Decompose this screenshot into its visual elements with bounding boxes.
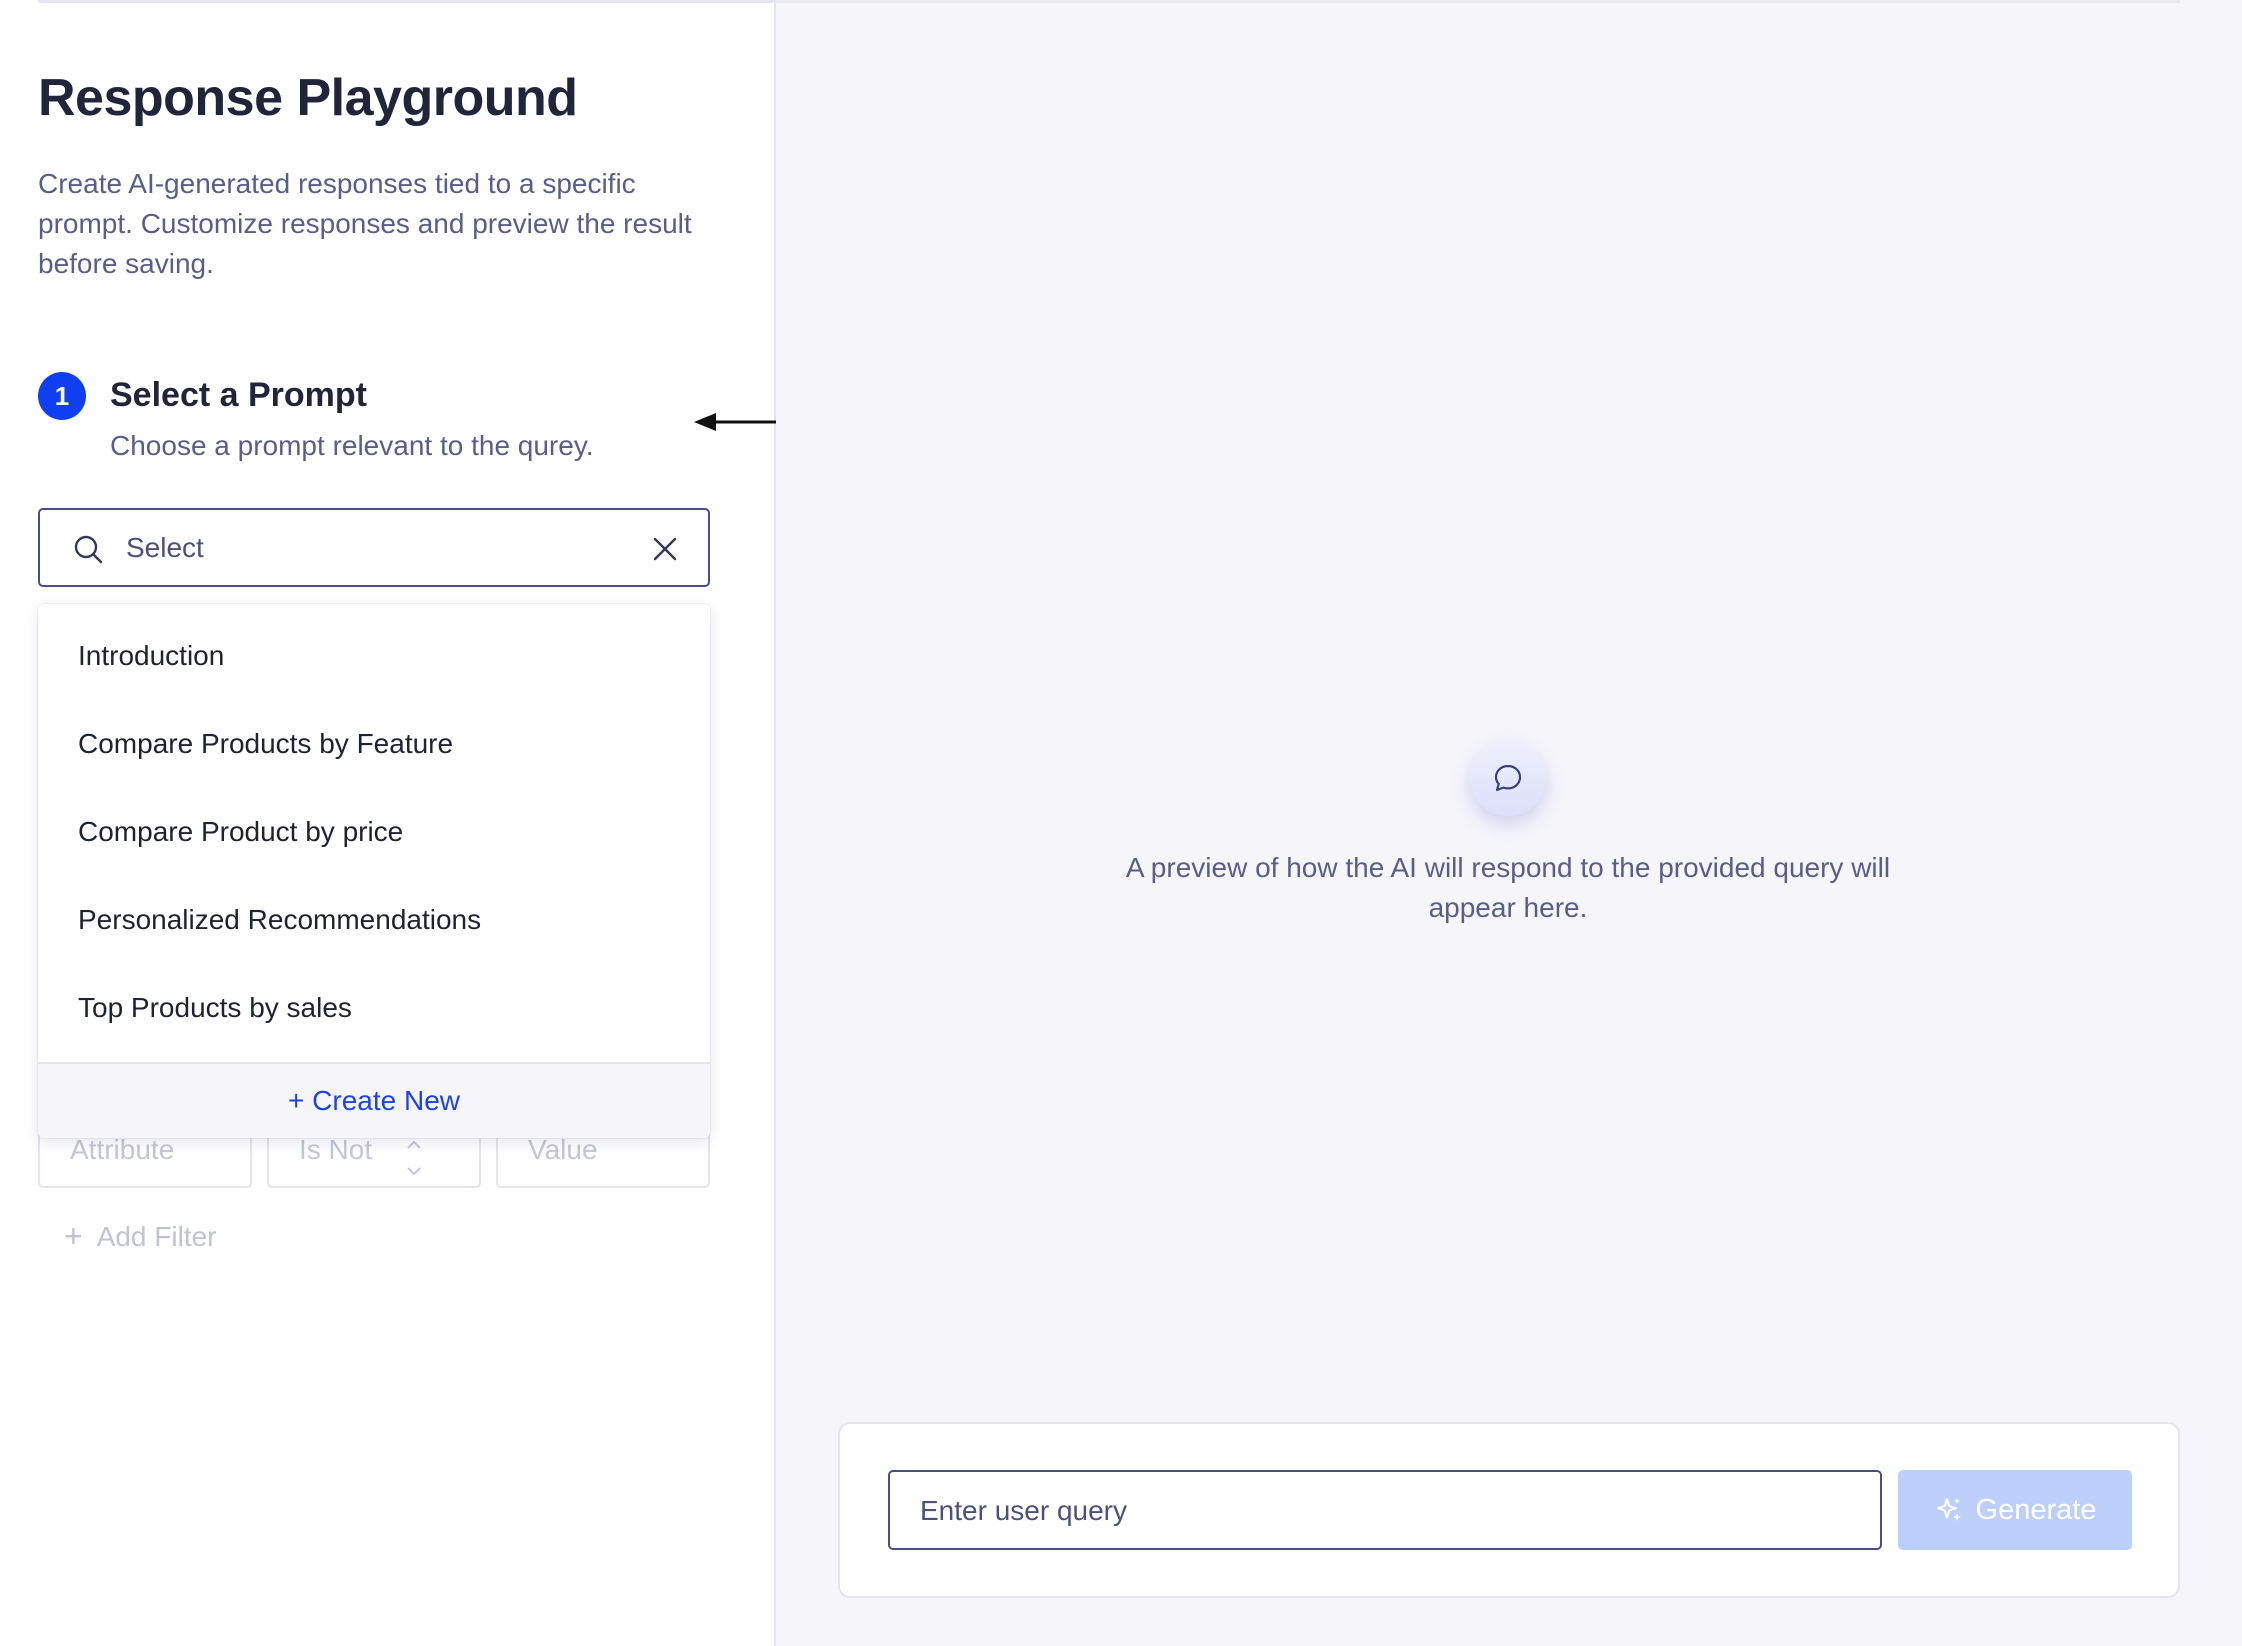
preview-panel <box>776 0 2242 1646</box>
generate-label: Generate <box>1975 1493 2097 1526</box>
dropdown-option[interactable]: Personalized Recommendations <box>78 904 481 936</box>
plus-icon: + <box>64 1218 83 1254</box>
add-filter-label: Add Filter <box>96 1220 217 1252</box>
prompt-search-input[interactable] <box>126 524 646 572</box>
sparkle-icon <box>1936 1498 1961 1521</box>
close-icon[interactable] <box>652 536 678 562</box>
add-filter-button[interactable]: + Add Filter <box>64 1218 217 1255</box>
step-title: Select a Prompt <box>110 376 367 414</box>
dropdown-option[interactable]: Compare Products by Feature <box>78 728 453 760</box>
generate-button[interactable]: Generate <box>1898 1470 2132 1550</box>
step-number-badge: 1 <box>38 372 86 420</box>
dropdown-option[interactable]: Introduction <box>78 640 224 672</box>
top-divider <box>38 0 2180 3</box>
filter-attribute-placeholder: Attribute <box>70 1134 175 1165</box>
prompt-dropdown-menu: Introduction Compare Products by Feature… <box>38 604 710 1138</box>
step-subtitle: Choose a prompt relevant to the qurey. <box>110 430 594 461</box>
left-panel: Response Playground Create AI-generated … <box>0 0 776 1646</box>
dropdown-option[interactable]: Top Products by sales <box>78 992 352 1024</box>
chat-bubble-glyph <box>1494 764 1522 792</box>
preview-empty-text: A preview of how the AI will respond to … <box>1125 852 1891 923</box>
page-title: Response Playground <box>38 69 578 127</box>
user-query-field[interactable] <box>888 1470 1882 1550</box>
user-query-input[interactable] <box>920 1488 1840 1534</box>
chat-bubble-icon <box>1470 740 1546 816</box>
create-new-label: + Create New <box>288 1085 460 1116</box>
filter-operator-value: Is Not <box>299 1134 373 1165</box>
page-description: Create AI-generated responses tied to a … <box>38 168 692 279</box>
query-composer: Generate <box>838 1422 2180 1598</box>
filter-value-placeholder: Value <box>528 1134 598 1165</box>
chevron-updown-icon <box>407 1140 421 1176</box>
search-icon <box>74 535 103 564</box>
prompt-select[interactable] <box>38 508 710 587</box>
create-new-button[interactable]: + Create New <box>38 1062 710 1138</box>
dropdown-option[interactable]: Compare Product by price <box>78 816 403 848</box>
